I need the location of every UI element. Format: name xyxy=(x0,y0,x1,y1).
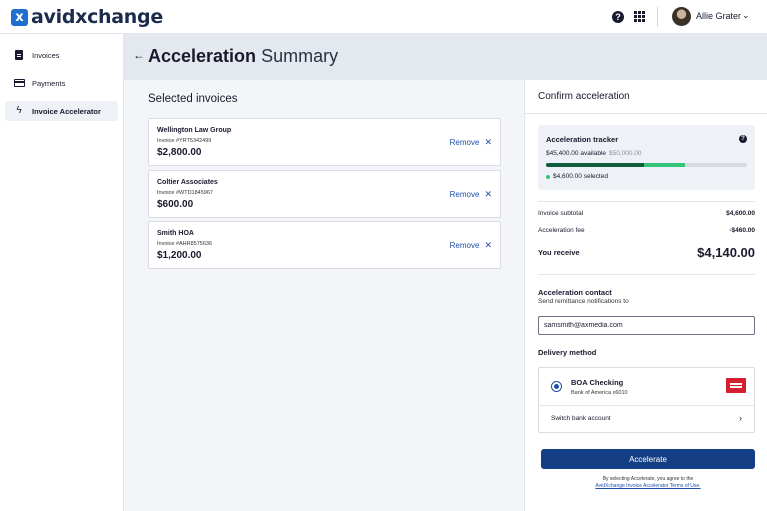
user-name[interactable]: Allie Grater xyxy=(696,11,741,21)
invoice-vendor: Coltier Associates xyxy=(157,179,218,186)
close-icon: ✕ xyxy=(484,240,492,250)
credit-card-icon xyxy=(12,79,26,87)
remove-invoice-button[interactable]: Remove ✕ xyxy=(450,240,492,251)
invoice-number: Invoice #YRT5342499 xyxy=(157,138,212,144)
remove-invoice-button[interactable]: Remove ✕ xyxy=(450,189,492,200)
avatar[interactable] xyxy=(672,7,691,26)
invoice-vendor: Wellington Law Group xyxy=(157,127,232,134)
invoice-card: Wellington Law Group Invoice #YRT5342499… xyxy=(148,118,501,166)
total-limit: $50,000.00 xyxy=(609,150,642,157)
sidebar-item-invoice-accelerator[interactable]: ϟ Invoice Accelerator xyxy=(5,101,118,121)
delivery-method-title: Delivery method xyxy=(538,348,597,357)
accelerate-button[interactable]: Accelerate xyxy=(541,449,755,469)
selected-amount: $4,600.00 selected xyxy=(553,173,608,180)
receive-label: You receive xyxy=(538,248,580,257)
progress-fill-available xyxy=(546,163,645,167)
acceleration-tracker: Acceleration tracker ? $45,400.00 availa… xyxy=(538,125,755,190)
terms-text: By selecting Accelerate, you agree to th… xyxy=(541,476,755,490)
subtotal-label: Invoice subtotal xyxy=(538,210,584,217)
logo-text: avidxchange xyxy=(31,6,163,28)
page-title-bold: Acceleration xyxy=(148,46,257,66)
remove-label: Remove xyxy=(449,241,480,250)
receive-value: $4,140.00 xyxy=(697,245,755,260)
page-header: ← Acceleration Summary xyxy=(124,34,767,80)
available-amount: $45,400.00 available xyxy=(546,150,606,157)
header-divider xyxy=(657,7,658,27)
invoice-card: Smith HOA Invoice #AHR8575636 $1,200.00 … xyxy=(148,221,501,269)
terms-prefix: By selecting Accelerate, you agree to th… xyxy=(602,476,694,482)
sidebar-item-label: Invoice Accelerator xyxy=(32,106,101,116)
bank-radio[interactable] xyxy=(551,381,562,392)
selected-dot-icon xyxy=(546,174,550,179)
chevron-down-icon[interactable]: ⌄ xyxy=(742,10,750,21)
logo-mark-icon: x xyxy=(11,8,28,26)
terms-of-use-link[interactable]: AvidXchange Invoice Accelerator Terms of… xyxy=(595,483,700,489)
confirm-acceleration-panel: Confirm acceleration Acceleration tracke… xyxy=(524,80,767,511)
fee-value: -$460.00 xyxy=(729,227,755,234)
divider xyxy=(538,201,755,202)
close-icon: ✕ xyxy=(484,137,492,147)
sidebar-item-label: Payments xyxy=(32,78,66,88)
tracker-selected: $4,600.00 selected xyxy=(546,173,608,180)
lightning-bolt-icon: ϟ xyxy=(16,105,22,116)
bank-account-box: BOA Checking Bank of America x6010 Switc… xyxy=(538,367,755,433)
grid-apps-icon[interactable] xyxy=(634,11,645,22)
avidxchange-logo[interactable]: x avidxchange xyxy=(11,6,163,28)
invoice-amount: $600.00 xyxy=(157,199,194,210)
remove-label: Remove xyxy=(449,138,480,147)
subtotal-value: $4,600.00 xyxy=(726,210,755,217)
invoice-amount: $1,200.00 xyxy=(157,250,202,261)
bank-details: Bank of America x6010 xyxy=(571,390,628,396)
bank-of-america-logo xyxy=(726,378,746,393)
top-bar: x avidxchange ? Allie Grater ⌄ xyxy=(0,0,767,34)
tracker-progress-bar xyxy=(546,163,747,167)
progress-fill-selected xyxy=(644,163,686,167)
contact-subtitle: Send remittance notifications to xyxy=(538,298,629,305)
sidebar-item-label: Invoices xyxy=(32,50,60,60)
fee-row: Acceleration fee -$460.00 xyxy=(538,227,755,234)
receive-row: You receive $4,140.00 xyxy=(538,245,755,260)
page-title: Acceleration Summary xyxy=(148,46,338,67)
email-field[interactable] xyxy=(538,316,755,335)
switch-bank-account-link[interactable]: Switch bank account xyxy=(551,415,611,422)
invoice-vendor: Smith HOA xyxy=(157,230,194,237)
subtotal-row: Invoice subtotal $4,600.00 xyxy=(538,210,755,217)
divider xyxy=(539,405,754,406)
help-circle-icon[interactable]: ? xyxy=(612,11,624,23)
invoice-number: Invoice #WTD1845967 xyxy=(157,190,213,196)
invoice-card: Coltier Associates Invoice #WTD1845967 $… xyxy=(148,170,501,218)
arrow-left-icon[interactable]: ← xyxy=(133,48,145,62)
help-circle-icon[interactable]: ? xyxy=(739,135,747,143)
bank-name: BOA Checking xyxy=(571,378,624,387)
panel-title: Confirm acceleration xyxy=(538,91,630,102)
sidebar-item-invoices[interactable]: Invoices xyxy=(5,45,118,65)
document-icon xyxy=(12,50,26,60)
contact-title: Acceleration contact xyxy=(538,288,612,297)
section-title: Selected invoices xyxy=(148,93,238,105)
divider xyxy=(525,113,767,114)
invoice-amount: $2,800.00 xyxy=(157,147,202,158)
invoice-number: Invoice #AHR8575636 xyxy=(157,241,213,247)
fee-label: Acceleration fee xyxy=(538,227,585,234)
page-title-light: Summary xyxy=(261,46,339,66)
divider xyxy=(538,274,755,275)
sidebar: Invoices Payments ϟ Invoice Accelerator xyxy=(0,34,124,511)
sidebar-item-payments[interactable]: Payments xyxy=(5,73,118,93)
close-icon: ✕ xyxy=(484,189,492,199)
tracker-available: $45,400.00 available $50,000.00 xyxy=(546,150,642,157)
selected-invoices-section: Selected invoices Wellington Law Group I… xyxy=(124,80,524,511)
tracker-title: Acceleration tracker xyxy=(546,135,619,144)
remove-label: Remove xyxy=(449,190,480,199)
chevron-right-icon[interactable]: › xyxy=(739,413,742,423)
remove-invoice-button[interactable]: Remove ✕ xyxy=(450,137,492,148)
